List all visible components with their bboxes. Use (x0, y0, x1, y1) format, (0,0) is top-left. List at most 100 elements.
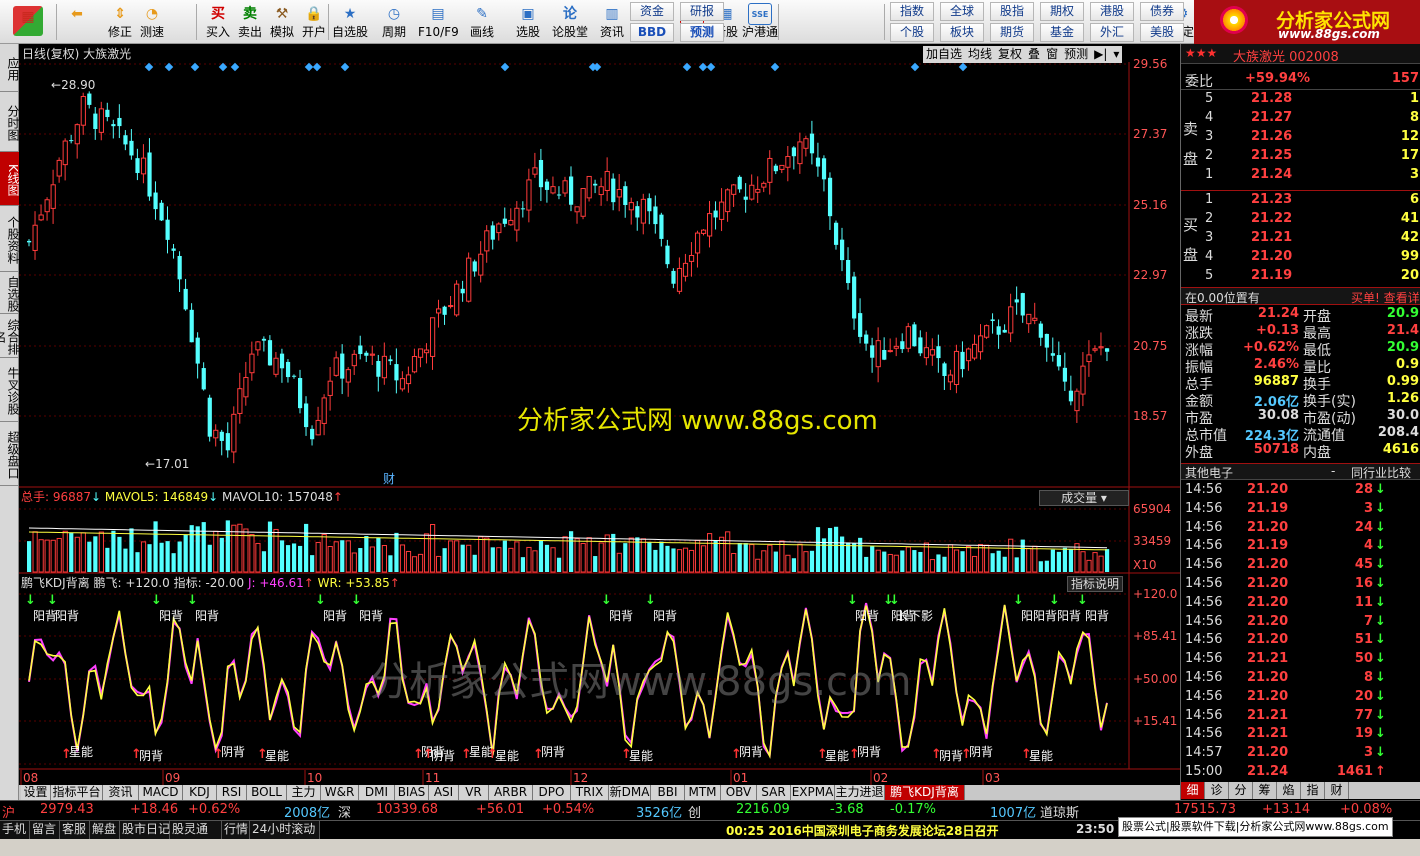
sell-row[interactable]: 4 21.27 8 (1181, 110, 1420, 129)
menu-24小时滚动[interactable]: 24小时滚动 (250, 821, 320, 839)
quick-资金[interactable]: 资金 (630, 2, 674, 21)
kline-btn-窗[interactable]: 窗 (1043, 47, 1061, 61)
indicator-tab-资讯[interactable]: 资讯 (103, 785, 139, 800)
left-tab-分时图[interactable]: 分时图 (0, 92, 20, 152)
indicator-tab-DPO[interactable]: DPO (533, 785, 571, 800)
indicator-tab-KDJ[interactable]: KDJ (183, 785, 217, 800)
quote-tab-筹[interactable]: 筹 (1253, 782, 1277, 799)
quick-股指[interactable]: 股指 (990, 2, 1034, 21)
kline-btn-复权[interactable]: 复权 (995, 47, 1025, 61)
quote-tab-诊[interactable]: 诊 (1205, 782, 1229, 799)
indicator-tab-BBI[interactable]: BBI (651, 785, 685, 800)
kline-chart-area[interactable]: 29.56 27.37 25.16 22.97 20.75 18.57 65904 33459… (19, 44, 1180, 785)
left-tab-超级盘口[interactable]: 超级盘口 (0, 422, 20, 486)
quote-tab-分[interactable]: 分 (1229, 782, 1253, 799)
quote-tab-财[interactable]: 财 (1325, 782, 1349, 799)
toolbar-测速-button[interactable]: ◔ 测速 (132, 0, 172, 44)
quick-全球[interactable]: 全球 (940, 2, 984, 21)
toolbar-back-arrow-button[interactable]: ⬅ (58, 0, 96, 44)
indicator-tab-RSI[interactable]: RSI (217, 785, 247, 800)
indicator-tab-指标平台[interactable]: 指标平台 (51, 785, 103, 800)
quick-预测[interactable]: 预测 (680, 23, 724, 42)
indicator-help-button[interactable]: 指标说明 (1067, 576, 1123, 592)
indicator-tab-DMI[interactable]: DMI (359, 785, 395, 800)
indicator-tab-SAR[interactable]: SAR (757, 785, 791, 800)
toolbar-自选股-button[interactable]: ★ 自选股 (330, 0, 370, 44)
toolbar-fullscreen-button[interactable]: ▦ (2, 0, 54, 44)
view-detail-link[interactable]: 买单! 查看详 (1351, 289, 1420, 306)
menu-股市日记[interactable]: 股市日记 (120, 821, 170, 839)
indicator-tab-主力[interactable]: 主力 (287, 785, 321, 800)
quote-tab-焰[interactable]: 焰 (1277, 782, 1301, 799)
quick-期权[interactable]: 期权 (1040, 2, 1084, 21)
buy-row[interactable]: 4 21.20 99 (1181, 249, 1420, 268)
toolbar-论股堂-button[interactable]: 论论股堂 (550, 0, 590, 44)
toolbar-周期-button[interactable]: ◷ 周期 (374, 0, 414, 44)
quick-板块[interactable]: 板块 (940, 23, 984, 42)
menu-手机[interactable]: 手机 (0, 821, 30, 839)
toolbar-资讯-button[interactable]: ▥ 资讯 (592, 0, 632, 44)
indicator-tab-ARBR[interactable]: ARBR (489, 785, 533, 800)
quote-tab-指[interactable]: 指 (1301, 782, 1325, 799)
kline-btn-叠[interactable]: 叠 (1025, 47, 1043, 61)
quick-BBD[interactable]: BBD (630, 23, 674, 42)
quick-研报[interactable]: 研报 (680, 2, 724, 21)
kline-btn-加自选[interactable]: 加自选 (923, 47, 965, 61)
indicator-tab-VR[interactable]: VR (459, 785, 489, 800)
indicator-tab-TRIX[interactable]: TRIX (571, 785, 609, 800)
indicator-tab-BOLL[interactable]: BOLL (247, 785, 287, 800)
left-tab-K线图[interactable]: K线图 (0, 152, 20, 206)
sector-row[interactable]: 其他电子 - 同行业比较 (1181, 463, 1420, 480)
menu-留言[interactable]: 留言 (30, 821, 60, 839)
sell-row[interactable]: 1 21.24 3 (1181, 167, 1420, 186)
sell-row[interactable]: 5 21.28 1 (1181, 91, 1420, 110)
indicator-tab-OBV[interactable]: OBV (721, 785, 757, 800)
position-row[interactable]: 在0.00位置有 买单! 查看详 (1181, 287, 1420, 305)
quick-基金[interactable]: 基金 (1040, 23, 1084, 42)
kline-btn-预测[interactable]: 预测 (1061, 47, 1091, 61)
sell-row[interactable]: 3 21.26 12 (1181, 129, 1420, 148)
menu-客服[interactable]: 客服 (60, 821, 90, 839)
kline-btn-均线[interactable]: 均线 (965, 47, 995, 61)
quick-港股[interactable]: 港股 (1090, 2, 1134, 21)
sell-row[interactable]: 2 21.25 17 (1181, 148, 1420, 167)
finance-mark[interactable]: 财 (383, 472, 395, 486)
indicator-tab-MACD[interactable]: MACD (139, 785, 183, 800)
buy-row[interactable]: 1 21.23 6 (1181, 192, 1420, 211)
buy-row[interactable]: 2 21.22 41 (1181, 211, 1420, 230)
left-tab-自选股[interactable]: 自选股 (0, 272, 20, 314)
next-arrow-icon[interactable]: ▶| (1091, 47, 1110, 61)
quote-tab-细[interactable]: 细 (1181, 782, 1205, 799)
buy-row[interactable]: 5 21.19 20 (1181, 268, 1420, 287)
indicator-tab-BIAS[interactable]: BIAS (395, 785, 429, 800)
quick-债券[interactable]: 债券 (1140, 2, 1184, 21)
indicator-tab-新DMA[interactable]: 新DMA (609, 785, 651, 800)
quick-美股[interactable]: 美股 (1140, 23, 1184, 42)
menu-股灵通[interactable]: 股灵通 (170, 821, 222, 839)
left-tab-综合排名[interactable]: 综合排名 (0, 314, 20, 358)
toolbar-沪港通-button[interactable]: SSE 沪港通 (740, 0, 780, 44)
indicator-tab-W&R[interactable]: W&R (321, 785, 359, 800)
buy-row[interactable]: 3 21.21 42 (1181, 230, 1420, 249)
menu-解盘[interactable]: 解盘 (90, 821, 120, 839)
industry-compare-link[interactable]: 同行业比较 (1351, 464, 1411, 481)
volume-selector-button[interactable]: 成交量 ▾ (1039, 490, 1129, 506)
toolbar-画线-button[interactable]: ✎ 画线 (462, 0, 502, 44)
quick-指数[interactable]: 指数 (890, 2, 934, 21)
quick-外汇[interactable]: 外汇 (1090, 23, 1134, 42)
left-tab-牛叉诊股[interactable]: 牛叉诊股 (0, 358, 20, 422)
chevron-down-icon[interactable]: ▾ (1110, 47, 1122, 61)
left-tab-个股资料[interactable]: 个股资料 (0, 206, 20, 272)
toolbar-选股-button[interactable]: ▣ 选股 (508, 0, 548, 44)
ad-banner[interactable]: 股票公式|股票软件下载|分析家公式网www.88gs.com (1118, 817, 1393, 837)
left-tab-应用[interactable]: 应用 (0, 44, 20, 92)
menu-行情[interactable]: 行情 (222, 821, 250, 839)
quick-个股[interactable]: 个股 (890, 23, 934, 42)
indicator-tab-鹏飞KDJ背离[interactable]: 鹏飞KDJ背离 (885, 785, 965, 800)
indicator-tab-主力进退[interactable]: 主力进退 (835, 785, 885, 800)
indicator-tab-设置[interactable]: 设置 (21, 785, 51, 800)
indicator-tab-MTM[interactable]: MTM (685, 785, 721, 800)
indicator-tab-EXPMA[interactable]: EXPMA (791, 785, 835, 800)
news-ticker[interactable]: 00:25 2016中国深圳电子商务发展论坛28日召开 (726, 822, 998, 839)
indicator-tab-ASI[interactable]: ASI (429, 785, 459, 800)
